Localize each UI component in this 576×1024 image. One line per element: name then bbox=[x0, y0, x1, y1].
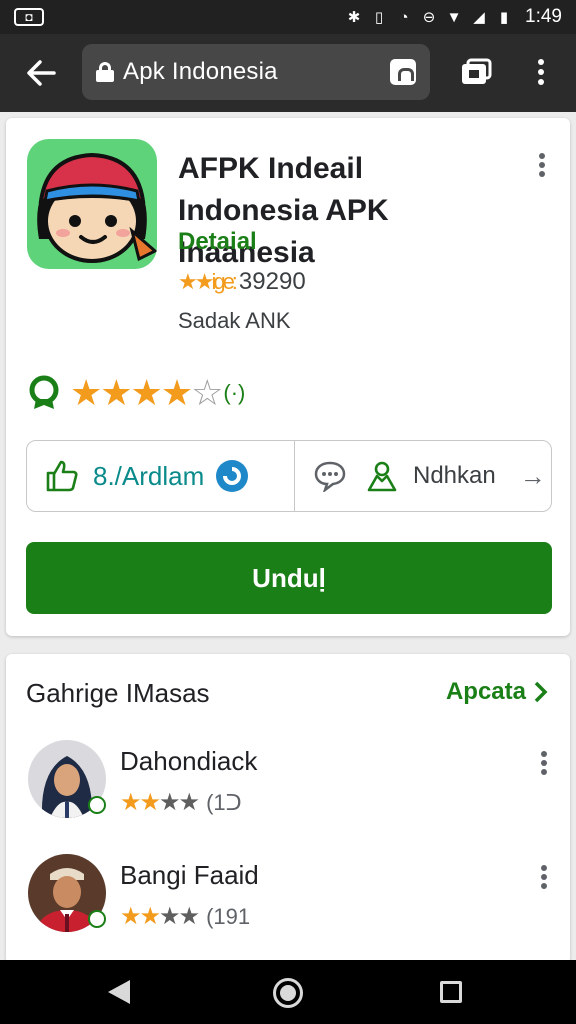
see-all-label: Apcata bbox=[445, 678, 526, 705]
back-arrow-icon bbox=[27, 60, 56, 86]
alarm-icon: ◔ bbox=[399, 8, 409, 26]
app-details-card: AFPK Indeail Indonesia APK Inaanesia Det… bbox=[6, 118, 570, 636]
chat-bubble-icon bbox=[314, 461, 346, 492]
award-badge-icon bbox=[29, 375, 59, 409]
reviews-card: Gahrige IMasas Apcata Dahondiack ★★ ★★ (1… bbox=[6, 654, 570, 964]
reviewer-name: Bangi Faaid bbox=[120, 860, 259, 890]
more-vert-icon[interactable] bbox=[534, 748, 554, 778]
rating-count: (·) bbox=[223, 380, 246, 405]
rating-value: 39290 bbox=[238, 268, 306, 295]
review-item[interactable]: Bangi Faaid ★★ ★★ (191 bbox=[28, 854, 548, 938]
browser-toolbar: Apk Indonesia bbox=[0, 34, 576, 112]
verified-badge-icon bbox=[88, 910, 106, 928]
vibrate-icon: ▯ bbox=[374, 9, 384, 26]
url-text: Apk Indonesia bbox=[123, 58, 278, 85]
arrow-right-icon: → bbox=[519, 460, 546, 491]
more-vert-icon[interactable] bbox=[534, 862, 554, 892]
like-action-button[interactable]: 8./Ardlam bbox=[27, 441, 295, 511]
wifi-icon: ▼ bbox=[446, 8, 462, 26]
app-icon[interactable] bbox=[27, 139, 157, 269]
home-icon[interactable] bbox=[390, 59, 416, 85]
rating-stars: ★★★★☆ bbox=[70, 372, 223, 413]
tabs-icon[interactable] bbox=[460, 58, 492, 86]
url-bar[interactable]: Apk Indonesia bbox=[82, 44, 430, 100]
verified-badge-icon bbox=[88, 796, 106, 814]
action-row: 8./Ardlam Ndhkan → bbox=[26, 440, 552, 512]
nav-recents-icon[interactable] bbox=[440, 981, 462, 1003]
share-action-label: Ndhkan bbox=[413, 462, 496, 489]
review-stars: ★★ ★★ (1ᑐ bbox=[120, 789, 242, 816]
signal-icon: ◢ bbox=[473, 9, 485, 26]
review-count: (191 bbox=[206, 903, 251, 929]
nav-home-icon[interactable] bbox=[273, 978, 303, 1008]
battery-icon: ▮ bbox=[499, 9, 509, 26]
back-button[interactable] bbox=[0, 34, 82, 112]
status-bar: ◘ ✱ ▯ ◔ ⊖ ▼ ◢ ▮ 1:49 bbox=[0, 0, 576, 34]
system-nav-bar bbox=[0, 960, 576, 1024]
dnd-icon: ⊖ bbox=[422, 9, 436, 26]
install-button[interactable]: Unduḷ bbox=[26, 542, 552, 614]
more-vert-icon[interactable] bbox=[532, 150, 552, 180]
reviews-section-title: Gahrige IMasas bbox=[26, 678, 210, 708]
review-item[interactable]: Dahondiack ★★ ★★ (1ᑐ bbox=[28, 740, 548, 824]
review-count: (1ᑐ bbox=[206, 789, 242, 815]
refresh-icon bbox=[216, 460, 249, 492]
status-time: 1:49 bbox=[525, 6, 562, 27]
chevron-right-icon bbox=[534, 681, 548, 703]
more-vert-icon[interactable] bbox=[528, 54, 554, 90]
see-all-link[interactable]: Apcata bbox=[446, 678, 548, 706]
cast-icon: ◘ bbox=[14, 8, 44, 26]
nav-back-icon[interactable] bbox=[108, 980, 130, 1004]
lock-icon bbox=[96, 62, 114, 82]
star-rating[interactable]: ★★★★☆ (·) bbox=[26, 372, 245, 414]
app-subtitle: Detaial bbox=[178, 228, 257, 255]
like-action-label: 8./Ardlam bbox=[93, 460, 205, 491]
thumbs-up-icon bbox=[46, 460, 78, 492]
developer-name: Sadak ANK bbox=[178, 308, 291, 333]
rating-prefix: ★★ige: bbox=[178, 269, 238, 294]
person-icon bbox=[367, 461, 397, 492]
rating-summary: ★★ige: 39290 bbox=[178, 268, 306, 296]
bluetooth-icon: ✱ bbox=[347, 9, 361, 26]
share-action-button[interactable]: Ndhkan → bbox=[295, 441, 551, 511]
review-stars: ★★ ★★ (191 bbox=[120, 903, 251, 930]
reviewer-name: Dahondiack bbox=[120, 746, 258, 776]
